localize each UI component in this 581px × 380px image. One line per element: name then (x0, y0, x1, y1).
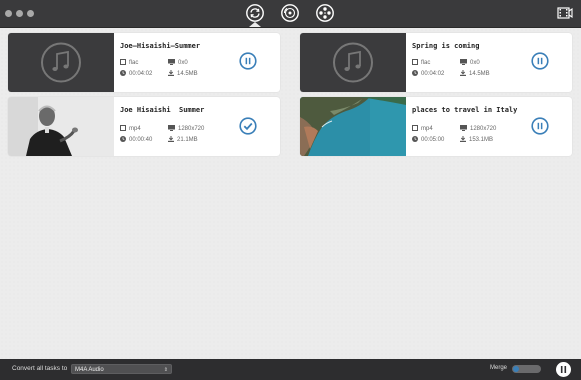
video-thumbnail (300, 97, 406, 156)
monitor-icon (460, 59, 467, 67)
refresh-icon (246, 4, 264, 22)
converting-tab[interactable] (246, 4, 264, 22)
task-title: Joe Hisaishi Summer (120, 106, 205, 114)
film-icon (412, 125, 418, 133)
completed-indicator (239, 117, 257, 135)
duration-info: 00:04:02 (120, 70, 152, 78)
monitor-icon (168, 59, 175, 67)
duration-info: 00:00:40 (120, 136, 152, 144)
task-title: Spring is coming (412, 42, 480, 50)
size-info: 14.5MB (460, 70, 490, 78)
size-info: 153.1MB (460, 136, 493, 144)
checkmark-icon (239, 117, 257, 135)
pause-button[interactable] (531, 117, 549, 135)
resolution-info: 0x0 (460, 59, 480, 67)
download-icon (460, 70, 466, 78)
format-info: flac (412, 59, 430, 67)
clock-icon (120, 70, 126, 78)
merge-toggle[interactable] (512, 365, 541, 373)
monitor-icon (460, 125, 467, 133)
task-title: places to travel in Italy (412, 106, 518, 114)
film-strip-button[interactable] (557, 6, 573, 22)
size-info: 14.5MB (168, 70, 198, 78)
download-icon (168, 70, 174, 78)
film-icon (120, 59, 126, 67)
task-card[interactable]: Spring is coming flac 0x0 00:04:02 14.5M… (300, 33, 572, 92)
pause-icon (531, 117, 549, 135)
duration-info: 00:05:00 (412, 136, 444, 144)
disc-icon (281, 4, 299, 22)
zoom-window-button[interactable] (27, 10, 34, 17)
merge-toggle-knob (513, 366, 519, 372)
film-icon (120, 125, 126, 133)
output-format-select[interactable]: M4A Audio ⇕ (71, 364, 172, 374)
task-card[interactable]: places to travel in Italy mp4 1280x720 0… (300, 97, 572, 156)
download-icon (460, 136, 466, 144)
resolution-info: 0x0 (168, 59, 188, 67)
clock-icon (412, 136, 418, 144)
disc-tab[interactable] (281, 4, 299, 22)
duration-info: 00:04:02 (412, 70, 444, 78)
bottom-bar: Convert all tasks to M4A Audio ⇕ Merge (0, 359, 581, 380)
format-info: mp4 (412, 125, 433, 133)
merge-label: Merge (490, 365, 508, 371)
task-card[interactable]: Joe—Hisaishi—Summer flac 0x0 00:04:02 14… (8, 33, 280, 92)
pause-button[interactable] (239, 52, 257, 70)
video-thumbnail (8, 97, 114, 156)
resolution-info: 1280x720 (460, 125, 496, 133)
audio-thumbnail (300, 33, 406, 92)
output-format-value: M4A Audio (75, 367, 104, 373)
clock-icon (120, 136, 126, 144)
pause-button[interactable] (531, 52, 549, 70)
film-reel-tab[interactable] (316, 4, 334, 22)
pause-all-button[interactable] (556, 362, 571, 377)
task-title: Joe—Hisaishi—Summer (120, 42, 201, 50)
monitor-icon (168, 125, 175, 133)
minimize-window-button[interactable] (16, 10, 23, 17)
film-reel-icon (316, 4, 334, 22)
format-info: flac (120, 59, 138, 67)
pause-icon (531, 52, 549, 70)
pause-icon (239, 52, 257, 70)
film-icon (412, 59, 418, 67)
size-info: 21.1MB (168, 136, 198, 144)
clock-icon (412, 70, 418, 78)
close-window-button[interactable] (5, 10, 12, 17)
film-strip-icon (557, 7, 573, 19)
audio-thumbnail (8, 33, 114, 92)
active-tab-pointer (249, 22, 261, 27)
resolution-info: 1280x720 (168, 125, 204, 133)
download-icon (168, 136, 174, 144)
format-info: mp4 (120, 125, 141, 133)
task-card[interactable]: Joe Hisaishi Summer mp4 1280x720 00:00:4… (8, 97, 280, 156)
title-bar (0, 0, 581, 28)
select-arrows-icon: ⇕ (163, 367, 168, 373)
convert-all-label: Convert all tasks to (12, 365, 68, 372)
pause-icon (560, 366, 567, 373)
